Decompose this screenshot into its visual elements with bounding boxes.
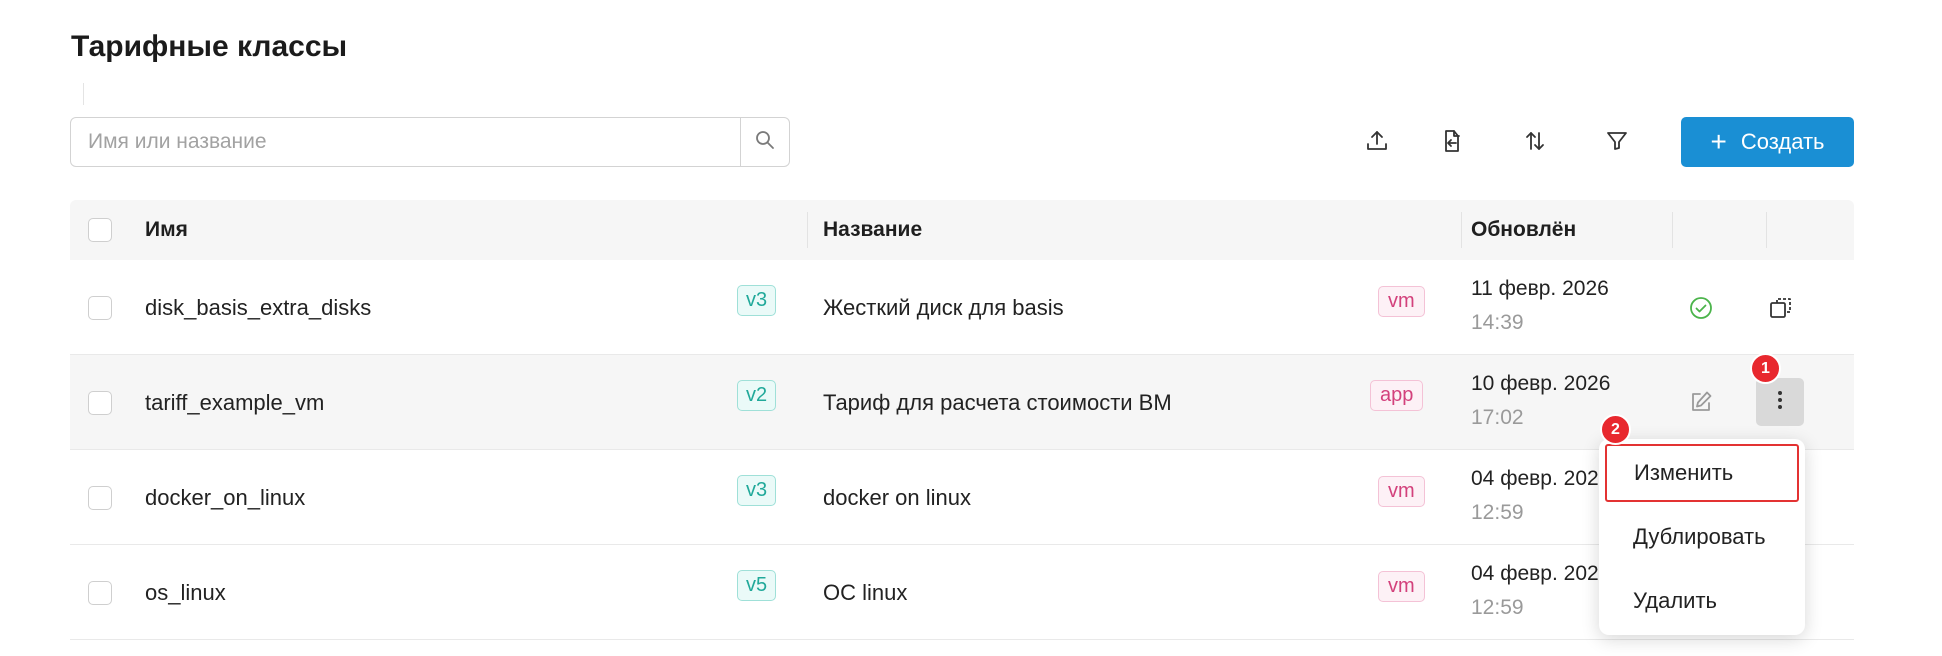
row-checkbox[interactable] <box>88 391 112 415</box>
context-menu: Изменить Дублировать Удалить <box>1599 439 1805 635</box>
create-button[interactable]: + Создать <box>1681 117 1854 167</box>
column-divider <box>1766 212 1767 248</box>
row-name: os_linux <box>145 580 226 605</box>
row-title: Жесткий диск для basis <box>823 295 1064 320</box>
row-name: disk_basis_extra_disks <box>145 295 372 320</box>
type-tag: app <box>1370 380 1424 411</box>
column-header-title[interactable]: Название <box>823 200 922 260</box>
row-checkbox[interactable] <box>88 581 112 605</box>
search-input[interactable] <box>71 118 741 166</box>
row-time: 12:59 <box>1471 596 1524 619</box>
sort-icon <box>1523 129 1547 158</box>
more-vertical-icon <box>1777 390 1783 415</box>
row-date: 11 февр. 2026 <box>1471 277 1609 300</box>
row-time: 14:39 <box>1471 311 1524 334</box>
menu-item-duplicate[interactable]: Дублировать <box>1599 507 1805 567</box>
more-actions-button[interactable] <box>1756 378 1804 426</box>
row-title: docker on linux <box>823 485 971 510</box>
column-header-name[interactable]: Имя <box>145 200 188 260</box>
file-export-icon <box>1440 129 1464 158</box>
version-badge: v2 <box>737 380 777 411</box>
filter-button[interactable] <box>1594 120 1640 166</box>
export-button[interactable] <box>1429 120 1475 166</box>
row-checkbox[interactable] <box>88 486 112 510</box>
step-badge-2: 2 <box>1600 414 1631 445</box>
select-all-checkbox[interactable] <box>88 218 112 242</box>
row-time: 17:02 <box>1471 406 1524 429</box>
search-icon <box>755 130 775 155</box>
type-tag: vm <box>1378 286 1425 317</box>
menu-item-edit[interactable]: Изменить <box>1605 444 1799 502</box>
divider <box>83 83 84 105</box>
duplicate-icon[interactable] <box>1764 291 1798 325</box>
search-box <box>70 117 790 167</box>
row-date: 04 февр. 202 <box>1471 467 1599 490</box>
type-tag: vm <box>1378 476 1425 507</box>
version-badge: v3 <box>737 475 777 506</box>
type-tag: vm <box>1378 571 1425 602</box>
row-time: 12:59 <box>1471 501 1524 524</box>
row-title: ОС linux <box>823 580 908 605</box>
create-label: Создать <box>1740 129 1825 154</box>
filter-icon <box>1605 129 1629 158</box>
check-circle-icon <box>1684 291 1718 325</box>
step-badge-1: 1 <box>1750 353 1781 384</box>
row-date: 10 февр. 2026 <box>1471 372 1611 395</box>
version-badge: v5 <box>737 570 777 601</box>
search-button[interactable] <box>740 118 789 166</box>
table-row[interactable]: docker_on_linux v3 docker on linux vm 04… <box>70 450 1854 545</box>
page-title: Тарифные классы <box>71 30 348 63</box>
plus-icon: + <box>1710 126 1727 157</box>
upload-button[interactable] <box>1354 120 1400 166</box>
table-row[interactable]: disk_basis_extra_disks v3 Жесткий диск д… <box>70 260 1854 355</box>
column-header-updated[interactable]: Обновлён <box>1471 200 1576 260</box>
menu-item-delete[interactable]: Удалить <box>1599 571 1805 631</box>
row-name: tariff_example_vm <box>145 390 325 415</box>
column-divider <box>1461 212 1462 248</box>
table-header: Имя Название Обновлён <box>70 200 1854 260</box>
row-date: 04 февр. 202 <box>1471 562 1599 585</box>
column-divider <box>1672 212 1673 248</box>
sort-button[interactable] <box>1512 120 1558 166</box>
table-row[interactable]: tariff_example_vm v2 Тариф для расчета с… <box>70 355 1854 450</box>
edit-icon[interactable] <box>1684 385 1718 419</box>
version-badge: v3 <box>737 285 777 316</box>
row-checkbox[interactable] <box>88 296 112 320</box>
table-row[interactable]: os_linux v5 ОС linux vm 04 февр. 202 12:… <box>70 545 1854 640</box>
row-title: Тариф для расчета стоимости ВМ <box>823 390 1172 415</box>
upload-icon <box>1365 129 1389 158</box>
row-name: docker_on_linux <box>145 485 306 510</box>
column-divider <box>807 212 808 248</box>
